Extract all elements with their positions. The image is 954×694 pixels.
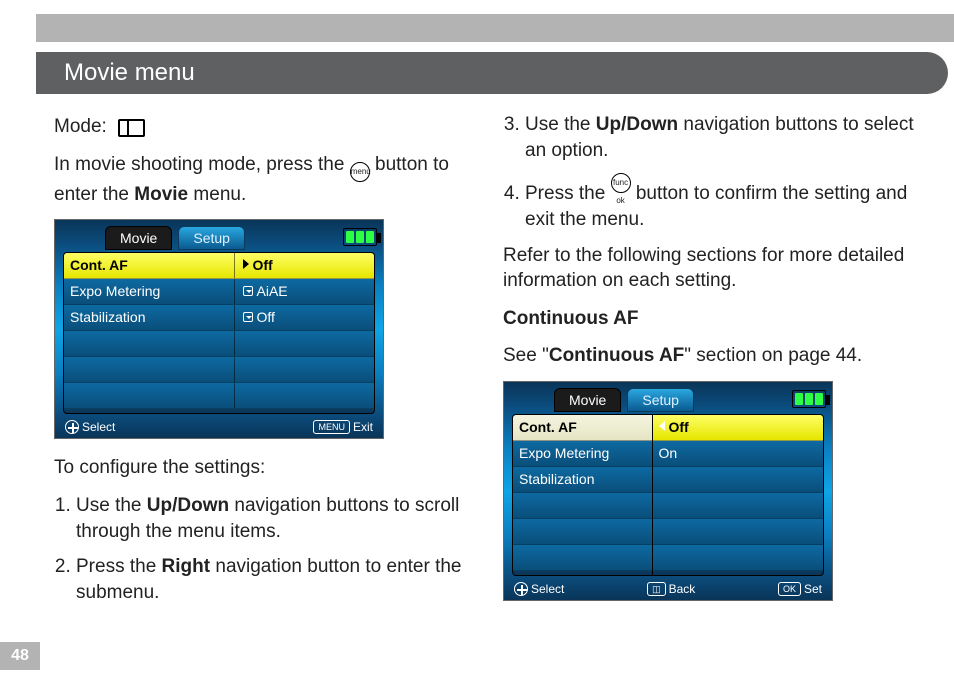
back-button-icon: ◫ [647,582,666,596]
refer-paragraph: Refer to the following sections for more… [503,243,930,294]
menu-button-icon: menu [350,162,370,182]
arrow-right-icon [243,259,249,269]
steps-list-left: Use the Up/Down navigation buttons to sc… [54,493,481,606]
submenu-option-off[interactable]: Off [653,415,824,441]
submenu-option-empty [653,545,824,571]
submenu-item-empty [513,545,652,571]
section-title: Movie menu [64,59,195,86]
top-gray-bar [36,14,954,42]
menu-value: Off [235,253,375,278]
submenu-item-expo-metering[interactable]: Expo Metering [513,441,652,467]
scroll-down-icon [243,286,253,296]
submenu-option-empty [653,519,824,545]
tab-bar: Movie Setup [105,226,245,250]
menu-button-label: MENU [313,420,350,434]
tab-bar: Movie Setup [554,388,694,412]
hint-exit: MENUExit [313,418,373,436]
steps-list-right: Use the Up/Down navigation buttons to se… [503,112,930,233]
menu-row-cont-af[interactable]: Cont. AF Off [64,253,374,279]
movie-mode-icon [118,119,140,133]
step-2: Press the Right navigation button to ent… [76,554,481,605]
submenu-item-empty [513,493,652,519]
mode-line: Mode: [54,114,481,140]
intro-text-a: In movie shooting mode, press the [54,154,350,175]
step-3: Use the Up/Down navigation buttons to se… [525,112,930,163]
submenu-item-stabilization[interactable]: Stabilization [513,467,652,493]
continuous-af-subhead: Continuous AF [503,306,930,332]
menu-panel: Cont. AF Off Expo Metering AiAE Stabiliz… [63,252,375,414]
camera-screenshot-1: Movie Setup Cont. AF Off Expo Metering A… [54,219,384,439]
configure-label: To configure the settings: [54,455,481,481]
submenu-option-empty [653,467,824,493]
page-number-badge: 48 [0,642,40,670]
step-1: Use the Up/Down navigation buttons to sc… [76,493,481,544]
left-column: Mode: In movie shooting mode, press the … [54,108,481,670]
hint-set: OKSet [778,580,822,598]
menu-row-empty [64,383,374,409]
menu-value: AiAE [235,279,375,304]
hint-select: Select [65,418,115,436]
intro-paragraph: In movie shooting mode, press the menu b… [54,152,481,208]
dpad-icon [65,420,79,434]
hint-back: ◫Back [647,580,695,598]
submenu-right-list: Off On [653,415,824,575]
battery-icon [343,228,377,246]
menu-row-empty [64,357,374,383]
mode-label: Mode: [54,114,107,140]
footer-hints: Select ◫Back OKSet [514,580,822,598]
submenu-panel: Cont. AF Expo Metering Stabilization Off… [512,414,824,576]
arrow-left-icon [659,421,665,431]
tab-setup[interactable]: Setup [178,226,245,250]
section-header: Movie menu [36,52,948,94]
camera-screenshot-2: Movie Setup Cont. AF Expo Metering Stabi… [503,381,833,601]
menu-value: Off [235,305,375,330]
menu-row-empty [64,331,374,357]
footer-hints: Select MENUExit [65,418,373,436]
submenu-option-on[interactable]: On [653,441,824,467]
submenu-item-empty [513,519,652,545]
dpad-icon [514,582,528,596]
see-reference: See "Continuous AF" section on page 44. [503,343,930,369]
submenu-item-cont-af[interactable]: Cont. AF [513,415,652,441]
scroll-down-icon [243,312,253,322]
menu-row-stabilization[interactable]: Stabilization Off [64,305,374,331]
tab-setup[interactable]: Setup [627,388,694,412]
hint-select: Select [514,580,564,598]
menu-row-expo-metering[interactable]: Expo Metering AiAE [64,279,374,305]
right-column: Use the Up/Down navigation buttons to se… [503,108,930,670]
menu-label: Stabilization [64,305,235,330]
page-number: 48 [11,647,29,664]
submenu-option-empty [653,493,824,519]
step-4: Press the func ok button to confirm the … [525,173,930,232]
ok-button-label: OK [778,582,801,596]
battery-icon [792,390,826,408]
menu-label: Cont. AF [64,253,235,278]
menu-label: Expo Metering [64,279,235,304]
func-ok-button-icon: func ok [611,173,631,193]
intro-text-c: menu. [193,184,246,205]
intro-bold: Movie [134,184,188,205]
tab-movie[interactable]: Movie [554,388,621,412]
submenu-left-list: Cont. AF Expo Metering Stabilization [513,415,653,575]
tab-movie[interactable]: Movie [105,226,172,250]
